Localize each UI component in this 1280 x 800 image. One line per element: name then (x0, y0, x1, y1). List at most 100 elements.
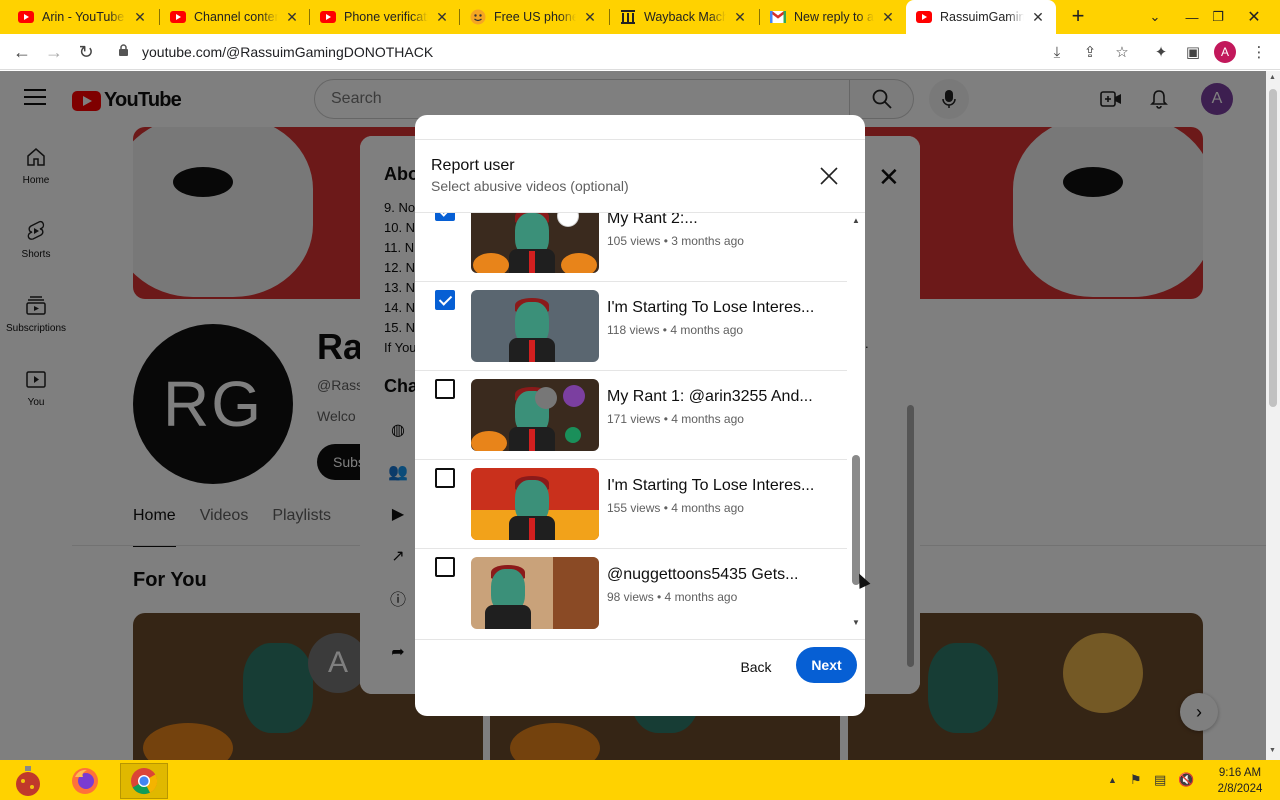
share-icon[interactable]: ⇪ (1079, 41, 1101, 63)
clock-date: 2/8/2024 (1217, 783, 1263, 795)
video-checkbox[interactable] (435, 379, 455, 399)
about-scrollbar-thumb[interactable] (907, 405, 914, 667)
video-checkbox[interactable] (435, 468, 455, 488)
page-scrollbar[interactable]: ▲ ▼ (1266, 71, 1280, 760)
scroll-down-arrow-icon[interactable]: ▼ (852, 618, 860, 627)
video-meta: 105 views • 3 months ago (607, 234, 744, 248)
youtube-icon (170, 9, 186, 25)
tray-chevron-up-icon[interactable]: ▲ (1108, 775, 1117, 785)
browser-tab[interactable]: Wayback Machine ✕ (610, 0, 758, 34)
youtube-icon (320, 9, 336, 25)
dialog-subtitle: Select abusive videos (optional) (431, 178, 629, 194)
video-selection-list[interactable]: My Rant 2:... 105 views • 3 months ago I… (415, 213, 865, 639)
close-window-icon[interactable]: ✕ (1236, 0, 1272, 34)
divider (415, 139, 865, 140)
thumbnail-art (557, 213, 579, 227)
video-thumbnail (471, 290, 599, 362)
video-row[interactable]: I'm Starting To Lose Interes... 155 view… (415, 460, 847, 549)
restore-icon[interactable]: ❐ (1200, 0, 1236, 34)
video-thumbnail (471, 379, 599, 451)
close-tab-icon[interactable]: ✕ (434, 9, 450, 26)
video-thumbnail (471, 557, 599, 629)
video-row[interactable]: I'm Starting To Lose Interes... 118 view… (415, 282, 847, 371)
side-panel-icon[interactable]: ▣ (1182, 41, 1204, 63)
thumbnail-art (565, 427, 581, 443)
video-row[interactable]: @nuggettoons5435 Gets... 98 views • 4 mo… (415, 549, 847, 638)
page-scrollbar-thumb[interactable] (1269, 89, 1277, 407)
flag-icon[interactable]: ⚑ (1130, 772, 1142, 788)
video-title: I'm Starting To Lose Interes... (607, 299, 815, 316)
dialog-title: Report user (431, 157, 515, 174)
browser-tab[interactable]: Free US phone ✕ (460, 0, 608, 34)
list-scrollbar-thumb[interactable] (852, 455, 860, 585)
reload-icon[interactable]: ↻ (74, 40, 98, 64)
browser-profile-avatar[interactable]: A (1214, 41, 1236, 63)
video-row[interactable]: My Rant 2:... 105 views • 3 months ago (415, 213, 847, 282)
thumbnail-art (563, 385, 585, 407)
tab-title: Phone verification (344, 10, 428, 24)
install-app-icon[interactable]: ⤓ (1046, 41, 1068, 63)
back-button[interactable]: Back (725, 649, 787, 685)
video-meta: 98 views • 4 months ago (607, 590, 738, 604)
video-title: My Rant 2:... (607, 213, 698, 227)
thumbnail-art (485, 605, 531, 629)
video-title: My Rant 1: @arin3255 And... (607, 388, 813, 405)
smiley-icon (470, 9, 486, 25)
scroll-up-arrow-icon[interactable]: ▲ (852, 216, 860, 225)
tab-search-chevron-icon[interactable]: ⌄ (1137, 0, 1173, 34)
video-thumbnail (471, 213, 599, 273)
close-tab-icon[interactable]: ✕ (880, 9, 896, 26)
bookmark-star-icon[interactable]: ☆ (1111, 41, 1133, 63)
thumbnail-art (473, 253, 509, 273)
system-clock[interactable]: 9:16 AM 2/8/2024 (1205, 765, 1275, 797)
video-checkbox[interactable] (435, 213, 455, 221)
video-thumbnail (471, 468, 599, 540)
gmail-icon (770, 9, 786, 25)
lock-icon[interactable] (118, 44, 132, 60)
video-meta: 155 views • 4 months ago (607, 501, 744, 515)
back-arrow-icon[interactable]: ← (10, 40, 34, 64)
youtube-icon (18, 9, 34, 25)
video-checkbox[interactable] (435, 557, 455, 577)
video-row[interactable]: My Rant 1: @arin3255 And... 171 views • … (415, 371, 847, 460)
youtube-icon (916, 9, 932, 25)
browser-menu-icon[interactable]: ⋮ (1248, 41, 1270, 63)
browser-tab[interactable]: Phone verification ✕ (310, 0, 460, 34)
address-toolbar: ← → ↻ youtube.com/@RassuimGamingDONOTHAC… (0, 34, 1280, 70)
report-user-dialog: Report user Select abusive videos (optio… (415, 115, 865, 716)
video-meta: 171 views • 4 months ago (607, 412, 744, 426)
scroll-up-arrow-icon[interactable]: ▲ (1269, 74, 1276, 81)
video-checkbox[interactable] (435, 290, 455, 310)
browser-tab[interactable]: Arin - YouTube ✕ (8, 0, 158, 34)
firefox-icon[interactable] (61, 763, 109, 799)
new-tab-plus-icon[interactable]: + (1066, 5, 1090, 29)
extensions-puzzle-icon[interactable]: ✦ (1150, 41, 1172, 63)
close-tab-icon[interactable]: ✕ (132, 9, 148, 26)
close-tab-icon[interactable]: ✕ (284, 9, 300, 26)
close-icon[interactable] (817, 164, 841, 188)
divider (415, 639, 865, 640)
browser-tab-active[interactable]: RassuimGaming ✕ (906, 0, 1056, 34)
close-tab-icon[interactable]: ✕ (1030, 9, 1046, 26)
thumbnail-art (529, 518, 535, 540)
chrome-icon[interactable] (120, 763, 168, 799)
tab-title: Free US phone (494, 10, 576, 24)
tab-title: Channel content (194, 10, 278, 24)
scroll-down-arrow-icon[interactable]: ▼ (1269, 747, 1276, 754)
thumbnail-art (553, 557, 599, 629)
next-button[interactable]: Next (796, 647, 857, 683)
close-tab-icon[interactable]: ✕ (732, 9, 748, 26)
volume-muted-icon[interactable]: 🔇 (1178, 772, 1194, 788)
browser-tab[interactable]: New reply to a ✕ (760, 0, 906, 34)
network-icon[interactable]: ▤ (1154, 772, 1166, 788)
tab-title: RassuimGaming (940, 10, 1024, 24)
video-meta: 118 views • 4 months ago (607, 323, 744, 337)
video-title: I'm Starting To Lose Interes... (607, 477, 815, 494)
browser-tab[interactable]: Channel content ✕ (160, 0, 310, 34)
url-bar[interactable]: youtube.com/@RassuimGamingDONOTHACK (108, 38, 1038, 66)
forward-arrow-icon[interactable]: → (42, 40, 66, 64)
tab-title: New reply to a (794, 10, 874, 24)
ornament-icon[interactable] (4, 763, 52, 799)
thumbnail-art (535, 387, 557, 409)
close-tab-icon[interactable]: ✕ (582, 9, 598, 26)
